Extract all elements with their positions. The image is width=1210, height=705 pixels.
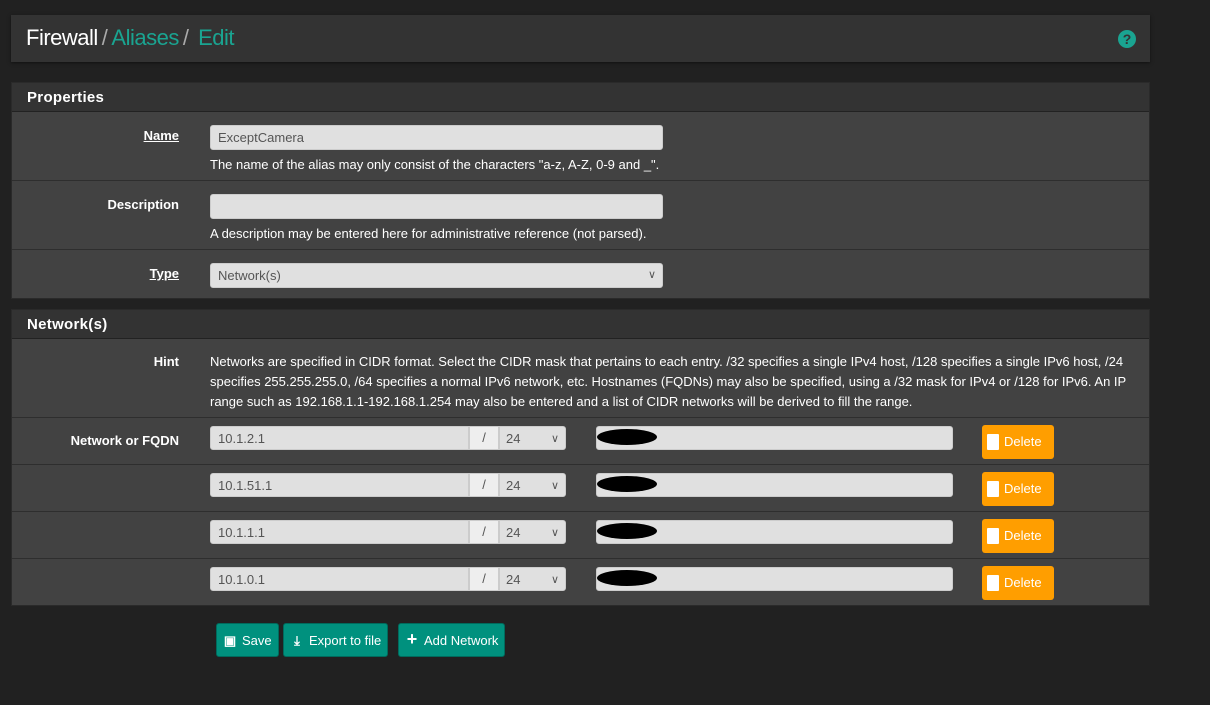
chevron-down-icon: ∨ xyxy=(550,480,559,492)
type-select[interactable]: Network(s) ∨ xyxy=(210,263,663,288)
page-header: Firewall / Aliases / Edit ? xyxy=(11,15,1150,62)
network-description-input[interactable] xyxy=(596,520,953,544)
network-description-input[interactable] xyxy=(596,426,953,450)
network-address-input[interactable]: 10.1.0.1 xyxy=(210,567,469,591)
network-row: Network or FQDN 10.1.2.1 / 24 ∨ Delete xyxy=(12,418,1149,465)
mask-value: 24 xyxy=(506,431,521,446)
name-input[interactable]: ExceptCamera xyxy=(210,125,663,150)
networks-panel: Network(s) Hint Networks are specified i… xyxy=(11,309,1150,606)
delete-button[interactable]: Delete xyxy=(982,519,1054,553)
breadcrumb-edit[interactable]: Edit xyxy=(198,25,234,50)
type-value: Network(s) xyxy=(218,268,281,283)
delete-button[interactable]: Delete xyxy=(982,472,1054,506)
breadcrumb-separator: / xyxy=(101,25,108,50)
network-label: Network or FQDN xyxy=(70,433,179,448)
slash-addon: / xyxy=(469,473,499,497)
save-label: Save xyxy=(242,633,272,648)
name-row: Name ExceptCamera The name of the alias … xyxy=(12,112,1149,181)
delete-label: Delete xyxy=(1004,528,1042,543)
trash-icon xyxy=(987,528,999,544)
panel-title: Properties xyxy=(12,83,1149,112)
delete-label: Delete xyxy=(1004,481,1042,496)
chevron-down-icon: ∨ xyxy=(550,433,559,445)
breadcrumb-firewall: Firewall xyxy=(26,25,98,50)
cidr-mask-select[interactable]: 24 ∨ xyxy=(499,567,566,591)
export-button[interactable]: ⤓ Export to file xyxy=(283,623,389,657)
plus-icon: + xyxy=(406,629,418,649)
slash-addon: / xyxy=(469,520,499,544)
cidr-mask-select[interactable]: 24 ∨ xyxy=(499,426,566,450)
download-icon: ⤓ xyxy=(294,633,300,648)
chevron-down-icon: ∨ xyxy=(550,527,559,539)
cidr-mask-select[interactable]: 24 ∨ xyxy=(499,473,566,497)
cidr-mask-select[interactable]: 24 ∨ xyxy=(499,520,566,544)
network-address-input[interactable]: 10.1.1.1 xyxy=(210,520,469,544)
trash-icon xyxy=(987,481,999,497)
type-row: Type Network(s) ∨ xyxy=(12,250,1149,298)
network-row: 10.1.51.1 / 24 ∨ Delete xyxy=(12,465,1149,512)
network-row: 10.1.0.1 / 24 ∨ Delete xyxy=(12,559,1149,606)
description-row: Description A description may be entered… xyxy=(12,181,1149,250)
network-address-input[interactable]: 10.1.51.1 xyxy=(210,473,469,497)
mask-value: 24 xyxy=(506,572,521,587)
help-icon[interactable]: ? xyxy=(1118,30,1136,48)
name-label: Name xyxy=(143,128,179,143)
network-description-input[interactable] xyxy=(596,567,953,591)
panel-title: Network(s) xyxy=(12,310,1149,339)
delete-label: Delete xyxy=(1004,434,1042,449)
mask-value: 24 xyxy=(506,525,521,540)
name-help: The name of the alias may only consist o… xyxy=(210,157,660,172)
delete-label: Delete xyxy=(1004,575,1042,590)
hint-label: Hint xyxy=(153,354,179,369)
chevron-down-icon: ∨ xyxy=(647,269,656,281)
trash-icon xyxy=(987,434,999,450)
delete-button[interactable]: Delete xyxy=(982,566,1054,600)
chevron-down-icon: ∨ xyxy=(550,574,559,586)
save-icon: ▣ xyxy=(223,633,237,648)
breadcrumb-aliases[interactable]: Aliases xyxy=(111,25,179,50)
hint-text: Networks are specified in CIDR format. S… xyxy=(210,354,1126,409)
network-address-input[interactable]: 10.1.2.1 xyxy=(210,426,469,450)
description-help: A description may be entered here for ad… xyxy=(210,226,647,241)
export-label: Export to file xyxy=(309,633,382,648)
add-network-button[interactable]: + Add Network xyxy=(398,623,506,657)
slash-addon: / xyxy=(469,426,499,450)
redaction-mark xyxy=(597,523,657,539)
slash-addon: / xyxy=(469,567,499,591)
breadcrumb: Firewall / Aliases / Edit xyxy=(26,25,235,51)
add-network-label: Add Network xyxy=(424,633,499,648)
breadcrumb-separator: / xyxy=(182,25,189,50)
network-description-input[interactable] xyxy=(596,473,953,497)
description-input[interactable] xyxy=(210,194,663,219)
redaction-mark xyxy=(597,476,657,492)
trash-icon xyxy=(987,575,999,591)
save-button[interactable]: ▣ Save xyxy=(216,623,279,657)
delete-button[interactable]: Delete xyxy=(982,425,1054,459)
hint-row: Hint Networks are specified in CIDR form… xyxy=(12,339,1149,418)
redaction-mark xyxy=(597,429,657,445)
mask-value: 24 xyxy=(506,478,521,493)
network-row: 10.1.1.1 / 24 ∨ Delete xyxy=(12,512,1149,559)
properties-panel: Properties Name ExceptCamera The name of… xyxy=(11,82,1150,299)
redaction-mark xyxy=(597,570,657,586)
type-label: Type xyxy=(149,266,179,281)
description-label: Description xyxy=(107,197,179,212)
